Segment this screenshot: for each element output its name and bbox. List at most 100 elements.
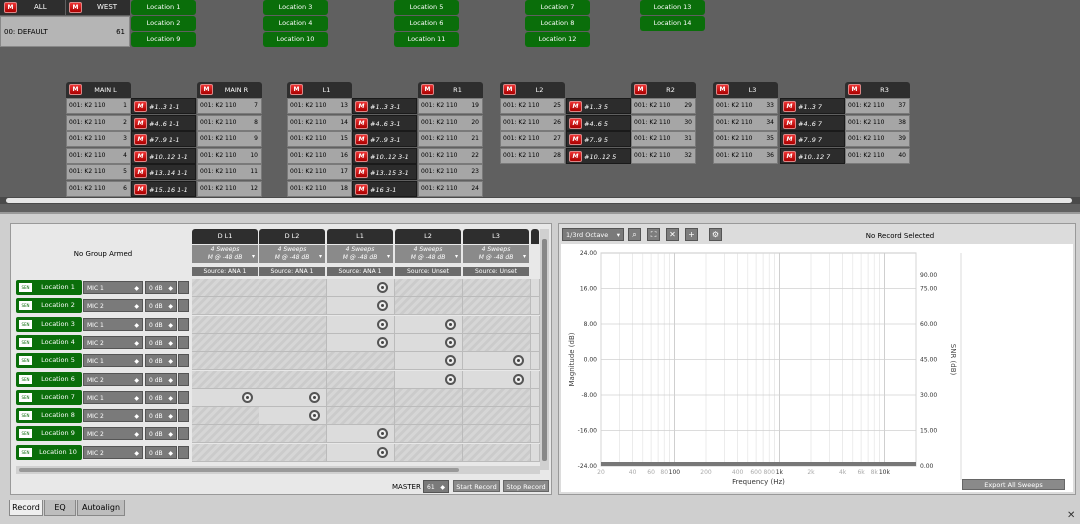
mute-button[interactable]: M xyxy=(421,84,434,95)
grid-cell[interactable] xyxy=(259,333,327,352)
mute-button[interactable]: M xyxy=(134,183,147,195)
stop-record-button[interactable]: Stop Record xyxy=(503,480,549,492)
mute-button[interactable]: M xyxy=(134,167,147,178)
mute-button[interactable]: M xyxy=(783,117,796,129)
tab-autoalign[interactable]: Autoalign xyxy=(77,500,125,516)
west-group-button[interactable]: M WEST xyxy=(66,0,130,15)
gear-icon[interactable]: ⚙ xyxy=(709,228,722,241)
speaker-cell[interactable]: 001: K2 110 31 xyxy=(631,131,696,147)
mute-button[interactable]: M xyxy=(290,84,303,95)
record-hscroll[interactable] xyxy=(16,466,540,474)
grid-cell[interactable] xyxy=(395,333,463,352)
location-button-12[interactable]: Location 12 xyxy=(525,32,590,47)
row-location-button[interactable]: SEN Location 10 xyxy=(16,444,82,460)
speaker-cell[interactable]: 001: K2 110 2 xyxy=(66,114,131,131)
mute-button[interactable]: M xyxy=(134,150,147,162)
speaker-cell[interactable]: 001: K2 110 35 xyxy=(713,131,778,147)
array-cell[interactable]: M #4..6 7 xyxy=(780,114,845,131)
row-location-button[interactable]: SEN Location 9 xyxy=(16,426,82,442)
target-icon[interactable] xyxy=(445,336,456,348)
mute-button[interactable]: M xyxy=(783,101,796,112)
zoom-icon[interactable]: ⌕ xyxy=(628,228,641,241)
resolution-select[interactable]: 1/3rd Octave ▾ xyxy=(562,228,624,241)
top-scrollbar-thumb[interactable] xyxy=(6,198,1072,203)
array-cell[interactable]: M #10..12 5 xyxy=(566,147,631,164)
column-header[interactable]: L3 xyxy=(463,229,529,244)
grid-cell[interactable] xyxy=(463,279,531,297)
location-button-4[interactable]: Location 4 xyxy=(263,16,328,31)
speaker-cell[interactable]: 001: K2 110 8 xyxy=(197,114,262,131)
speaker-cell[interactable]: 001: K2 110 17 xyxy=(287,164,352,180)
grid-cell[interactable] xyxy=(192,333,260,352)
mute-button[interactable]: M xyxy=(134,134,147,145)
mute-button[interactable]: M xyxy=(355,167,368,178)
grid-cell[interactable] xyxy=(192,388,260,407)
gain-select[interactable]: 0 dB ◆ xyxy=(145,409,177,423)
array-cell[interactable]: M #15..16 1-1 xyxy=(131,180,196,197)
grid-cell[interactable] xyxy=(192,297,260,316)
mute-button[interactable]: M xyxy=(634,84,647,95)
speaker-cell[interactable]: 001: K2 110 26 xyxy=(500,114,565,131)
location-button-6[interactable]: Location 6 xyxy=(394,16,459,31)
target-icon[interactable] xyxy=(242,391,253,403)
target-icon[interactable] xyxy=(445,373,456,385)
column-header[interactable]: L1 xyxy=(327,229,393,244)
grid-cell[interactable] xyxy=(463,352,531,371)
master-select[interactable]: 61 ◆ xyxy=(423,480,449,493)
grid-cell[interactable] xyxy=(327,443,395,462)
location-button-3[interactable]: Location 3 xyxy=(263,0,328,15)
speaker-cell[interactable]: 001: K2 110 30 xyxy=(631,114,696,131)
speaker-cell[interactable]: 001: K2 110 10 xyxy=(197,147,262,164)
grid-cell[interactable] xyxy=(327,388,395,407)
mic-select[interactable]: MIC 2 ◆ xyxy=(83,335,143,349)
mic-select[interactable]: MIC 2 ◆ xyxy=(83,299,143,313)
speaker-cell[interactable]: 001: K2 110 37 xyxy=(845,98,910,114)
speaker-cell[interactable]: 001: K2 110 13 xyxy=(287,98,352,114)
array-cell[interactable]: M #1..3 3-1 xyxy=(352,98,417,114)
target-icon[interactable] xyxy=(513,373,524,385)
speaker-cell[interactable]: 001: K2 110 20 xyxy=(418,114,483,131)
location-button-8[interactable]: Location 8 xyxy=(525,16,590,31)
mute-button[interactable]: M xyxy=(200,84,213,95)
speaker-cell[interactable]: 001: K2 110 7 xyxy=(197,98,262,114)
gain-select[interactable]: 0 dB ◆ xyxy=(145,299,177,313)
group-header-r2[interactable]: M R2 xyxy=(631,82,696,98)
grid-cell[interactable] xyxy=(192,370,260,389)
location-button-13[interactable]: Location 13 xyxy=(640,0,705,15)
speaker-cell[interactable]: 001: K2 110 1 xyxy=(66,98,131,114)
gain-select[interactable]: 0 dB ◆ xyxy=(145,445,177,459)
target-icon[interactable] xyxy=(445,355,456,367)
gain-select[interactable]: 0 dB ◆ xyxy=(145,335,177,349)
grid-cell[interactable] xyxy=(259,388,327,407)
column-header[interactable]: D L1 xyxy=(192,229,258,244)
record-hscroll-thumb[interactable] xyxy=(19,468,459,472)
speaker-cell[interactable]: 001: K2 110 36 xyxy=(713,147,778,164)
grid-cell[interactable] xyxy=(463,333,531,352)
row-location-button[interactable]: SEN Location 1 xyxy=(16,280,82,295)
grid-cell[interactable] xyxy=(463,315,531,334)
array-cell[interactable]: M #7..9 7 xyxy=(780,131,845,147)
mic-select[interactable]: MIC 1 ◆ xyxy=(83,354,143,368)
speaker-cell[interactable]: 001: K2 110 9 xyxy=(197,131,262,147)
group-header-main-l[interactable]: M MAIN L xyxy=(66,82,131,98)
array-cell[interactable]: M #1..3 1-1 xyxy=(131,98,196,114)
location-button-5[interactable]: Location 5 xyxy=(394,0,459,15)
speaker-cell[interactable]: 001: K2 110 15 xyxy=(287,131,352,147)
speaker-cell[interactable]: 001: K2 110 11 xyxy=(197,164,262,180)
grid-cell[interactable] xyxy=(395,388,463,407)
location-button-14[interactable]: Location 14 xyxy=(640,16,705,31)
speaker-cell[interactable]: 001: K2 110 28 xyxy=(500,147,565,164)
fit-icon[interactable]: ⛶ xyxy=(647,228,660,241)
tab-record[interactable]: Record xyxy=(9,500,43,516)
column-sweeps[interactable]: 4 Sweeps M @ -48 dB ▾ xyxy=(327,245,393,263)
column-sweeps[interactable]: 4 Sweeps M @ -48 dB ▾ xyxy=(259,245,325,263)
array-cell[interactable]: M #7..9 3-1 xyxy=(352,131,417,147)
all-group-button[interactable]: M ALL xyxy=(0,0,65,15)
array-cell[interactable]: M #4..6 3-1 xyxy=(352,114,417,131)
target-icon[interactable] xyxy=(513,355,524,367)
target-icon[interactable] xyxy=(377,336,388,348)
speaker-cell[interactable]: 001: K2 110 16 xyxy=(287,147,352,164)
column-header[interactable]: D L2 xyxy=(259,229,325,244)
grid-cell[interactable] xyxy=(395,425,463,444)
gain-select[interactable]: 0 dB ◆ xyxy=(145,427,177,441)
